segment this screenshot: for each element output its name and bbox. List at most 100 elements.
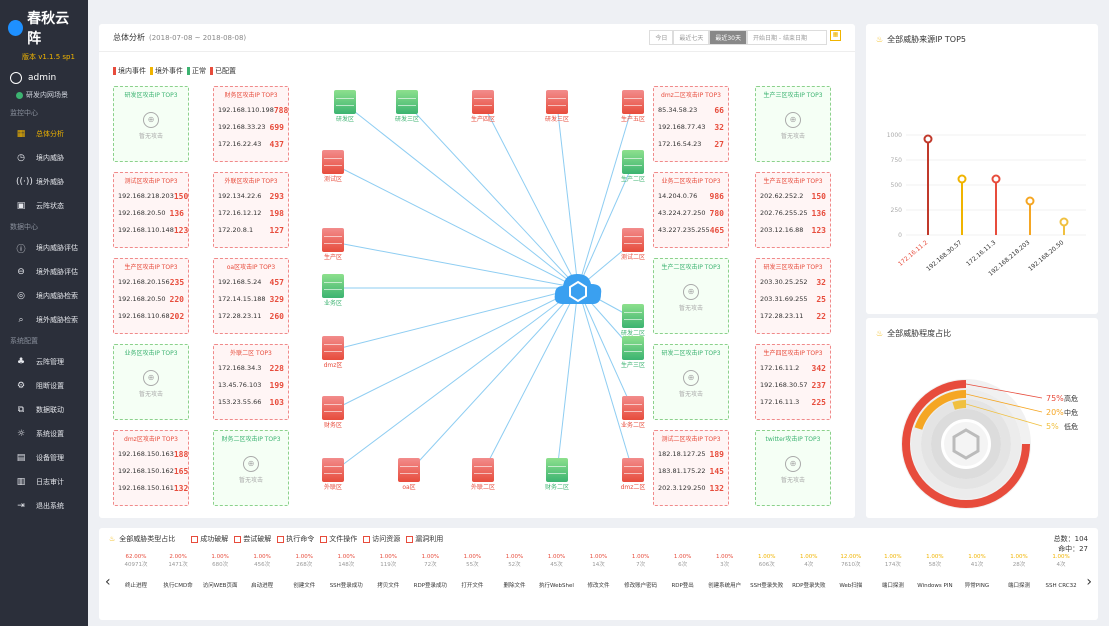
threat-type-item[interactable]: 1.00% 680次 访问WEB页面 (199, 554, 241, 590)
zone-label: dmz二区 (620, 484, 646, 491)
threat-label: 访问WEB页面 (202, 583, 238, 589)
connection-line (332, 287, 579, 351)
threat-type-item[interactable]: 1.00% 28次 端口探测 (998, 554, 1040, 590)
zone-node[interactable]: 生产三区 (613, 336, 653, 369)
zone-node[interactable]: 测试二区 (613, 228, 653, 261)
sidebar-item-exit[interactable]: ⇥ 退出系统 (0, 494, 88, 518)
threat-type-item[interactable]: 62.00% 40971次 终止进程 (115, 554, 157, 590)
zone-node[interactable]: dmz二区 (613, 458, 653, 491)
attack-card[interactable]: 财务二区攻击IP TOP3 ⊕ 暂无攻击 (213, 430, 289, 506)
threat-type-legend: 成功破解 尝试破解 执行命令 文件操作 访问资源 漏洞利用 (191, 534, 443, 544)
threat-type-item[interactable]: 1.00% 456次 启动进程 (241, 554, 283, 590)
sidebar-item-label: 日志审计 (36, 478, 64, 486)
empty-icon: ⊕ (683, 284, 699, 300)
sidebar-item-device[interactable]: ▤ 设备管理 (0, 446, 88, 470)
attack-card[interactable]: 外联区攻击IP TOP3 192.134.22.6 293 172.16.12.12 1… (213, 172, 289, 248)
attack-card[interactable]: 研发三区攻击IP TOP3 203.30.25.252 32 203.31.69.25… (755, 258, 831, 334)
scroll-left-icon[interactable]: ‹ (105, 574, 111, 590)
sidebar-item-target[interactable]: ◎ 境内威胁检索 (0, 284, 88, 308)
empty-state: ⊕ 暂无攻击 (114, 360, 188, 398)
threat-type-item[interactable]: 1.00% 4次 SSH CRC32 (1040, 554, 1082, 590)
threat-type-item[interactable]: 1.00% 45次 执行WebShel (535, 554, 577, 590)
sidebar-item-calendar[interactable]: ▣ 云阵状态 (0, 194, 88, 218)
zone-node[interactable]: 业务二区 (613, 396, 653, 429)
attack-card[interactable]: 研发区攻击IP TOP3 ⊕ 暂无攻击 (113, 86, 189, 162)
sidebar-item-link[interactable]: ⧉ 数据联动 (0, 398, 88, 422)
threat-type-item[interactable]: 1.00% 606次 SSH登录失败 (746, 554, 788, 590)
sidebar-item-clock[interactable]: ◷ 境内威胁 (0, 146, 88, 170)
zone-node[interactable]: 研发区 (325, 90, 365, 123)
attack-card[interactable]: 生产三区攻击IP TOP3 ⊕ 暂无攻击 (755, 86, 831, 162)
sidebar-item-signal[interactable]: ((·)) 境外威胁 (0, 170, 88, 194)
threat-type-item[interactable]: 12.00% 7610次 Web扫描 (830, 554, 872, 590)
empty-icon: ⊕ (143, 370, 159, 386)
threat-type-item[interactable]: 1.00% 268次 创建文件 (283, 554, 325, 590)
card-row: 192.168.110.148 123 (114, 222, 188, 239)
attack-card[interactable]: 生产四区攻击IP TOP3 172.16.11.2 342 192.168.30.57… (755, 344, 831, 420)
zone-node[interactable]: 生产四区 (463, 90, 503, 123)
threat-type-item[interactable]: 1.00% 55次 打开文件 (451, 554, 493, 590)
zone-node[interactable]: 研发三区 (537, 90, 577, 123)
threat-type-item[interactable]: 1.00% 4次 RDP登录失败 (788, 554, 830, 590)
server-icon (322, 336, 344, 360)
sidebar-item-settings[interactable]: ☼ 系统设置 (0, 422, 88, 446)
threat-type-item[interactable]: 1.00% 148次 SSH登录成功 (325, 554, 367, 590)
sidebar-item-grid[interactable]: ▦ 总体分析 (0, 122, 88, 146)
attack-card[interactable]: 业务区攻击IP TOP3 ⊕ 暂无攻击 (113, 344, 189, 420)
server-icon (622, 458, 644, 482)
threat-type-item[interactable]: 1.00% 72次 RDP登录成功 (409, 554, 451, 590)
zone-node[interactable]: oa区 (389, 458, 429, 491)
zone-node[interactable]: 生产二区 (613, 150, 653, 183)
zone-label: oa区 (402, 484, 416, 491)
attack-card[interactable]: 测试区攻击IP TOP3 192.168.218.203 150 192.168.20… (113, 172, 189, 248)
threat-type-item[interactable]: 1.00% 6次 RDP登出 (662, 554, 704, 590)
zone-node[interactable]: 生产五区 (613, 90, 653, 123)
attack-card[interactable]: 生产二区攻击IP TOP3 ⊕ 暂无攻击 (653, 258, 729, 334)
threat-count: 72次 (424, 562, 437, 568)
attack-card[interactable]: 外联二区 TOP3 172.168.34.3 228 13.45.76.103 199 1… (213, 344, 289, 420)
attack-card[interactable]: 研发二区攻击IP TOP3 ⊕ 暂无攻击 (653, 344, 729, 420)
scroll-right-icon[interactable]: › (1086, 574, 1092, 590)
attack-card[interactable]: 测试二区攻击IP TOP3 182.18.127.25 189 183.81.175.… (653, 430, 729, 506)
threat-type-item[interactable]: 1.00% 3次 创建系统用户 (704, 554, 746, 590)
threat-type-item[interactable]: 1.00% 14次 修改文件 (578, 554, 620, 590)
attack-card[interactable]: 财务区攻击IP TOP3 192.168.110.198 788 192.168.33… (213, 86, 289, 162)
threat-type-item[interactable]: 1.00% 41次 异常PING (956, 554, 998, 590)
attack-card[interactable]: 业务二区攻击IP TOP3 14.204.0.76 986 43.224.27.250… (653, 172, 729, 248)
threat-type-item[interactable]: 2.00% 1471次 执行CMD命 (157, 554, 199, 590)
sidebar-item-info[interactable]: ⓘ 境内威胁评估 (0, 236, 88, 260)
zone-node[interactable]: 外联区 (313, 458, 353, 491)
threat-type-item[interactable]: 1.00% 52次 删除文件 (493, 554, 535, 590)
threat-type-item[interactable]: 1.00% 119次 拷贝文件 (367, 554, 409, 590)
zone-node[interactable]: 测试区 (313, 150, 353, 183)
zone-node[interactable]: 生产区 (313, 228, 353, 261)
zone-node[interactable]: 外联二区 (463, 458, 503, 491)
zone-node[interactable]: 业务区 (313, 274, 353, 307)
threat-type-item[interactable]: 1.00% 58次 Windows PIN (914, 554, 956, 590)
lollipop-point (991, 174, 1001, 184)
attack-card[interactable]: twitter攻击IP TOP3 ⊕ 暂无攻击 (755, 430, 831, 506)
attack-card[interactable]: 生产五区攻击IP TOP3 202.62.252.2 150 202.76.255.2… (755, 172, 831, 248)
zone-node[interactable]: 研发三区 (387, 90, 427, 123)
zone-node[interactable]: 财务区 (313, 396, 353, 429)
empty-label: 暂无攻击 (678, 391, 703, 398)
sidebar-item-dots[interactable]: ⊖ 境外威胁评估 (0, 260, 88, 284)
attack-card[interactable]: dmz二区攻击IP TOP3 85.34.58.23 66 192.168.77.43… (653, 86, 729, 162)
attack-card[interactable]: dmz区攻击IP TOP3 192.168.150.163 188 192.168.1… (113, 430, 189, 506)
zone-node[interactable]: dmz区 (313, 336, 353, 369)
sidebar-item-log[interactable]: ▥ 日志审计 (0, 470, 88, 494)
sidebar-item-gear[interactable]: ⚙ 阻断设置 (0, 374, 88, 398)
zone-node[interactable]: 财务二区 (537, 458, 577, 491)
attack-count: 235 (169, 278, 185, 287)
attack-card[interactable]: 生产区攻击IP TOP3 192.168.20.156 235 192.168.20.… (113, 258, 189, 334)
attack-card[interactable]: oa区攻击IP TOP3 192.168.5.24 457 172.14.15.188… (213, 258, 289, 334)
card-row: 203.30.25.252 32 (756, 274, 830, 291)
threat-type-item[interactable]: 1.00% 174次 端口探测 (872, 554, 914, 590)
threat-type-item[interactable]: 1.00% 7次 修改账户密码 (620, 554, 662, 590)
card-row: 183.81.175.22 145 (654, 463, 728, 480)
user-info[interactable]: admin (0, 68, 88, 88)
sidebar-item-network[interactable]: ♣ 云阵管理 (0, 350, 88, 374)
sidebar-item-search[interactable]: ⌕ 境外威胁检索 (0, 308, 88, 332)
zone-node[interactable]: 研发二区 (613, 304, 653, 337)
threat-count: 14次 (592, 562, 605, 568)
